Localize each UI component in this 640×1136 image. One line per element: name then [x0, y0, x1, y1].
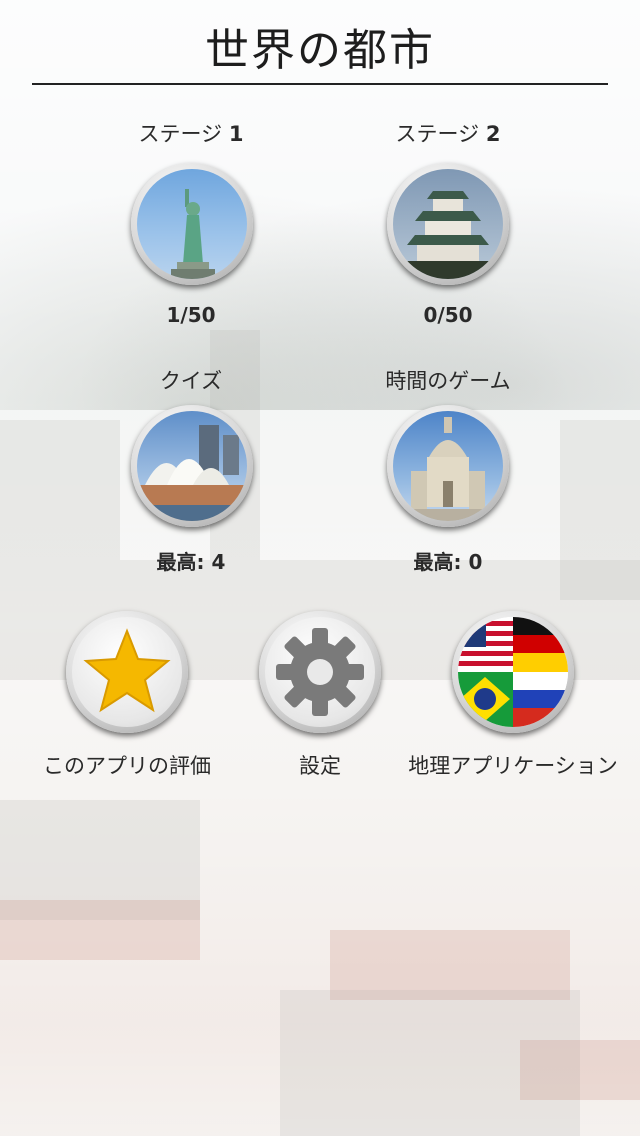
star-icon: [72, 617, 182, 727]
quiz-best-wrap: 最高: 4: [111, 546, 271, 575]
city-background: [0, 0, 640, 1136]
geo-apps-label: 地理アプリケーション: [408, 754, 618, 778]
stage-1-item[interactable]: ステージ 1: [111, 118, 271, 148]
stage-2-progress-wrap: 0/50: [368, 303, 528, 327]
quiz-item[interactable]: クイズ: [111, 365, 271, 395]
stage-1-title: ステージ 1: [138, 122, 244, 146]
page-title: 世界の都市: [205, 25, 435, 76]
quiz-title: クイズ: [159, 369, 223, 393]
rate-app-button[interactable]: [66, 611, 188, 733]
settings-label: 設定: [299, 754, 341, 778]
geo-apps-button[interactable]: [452, 611, 574, 733]
timed-best-wrap: 最高: 0: [368, 546, 528, 575]
title-divider: [32, 83, 608, 85]
dresden-frauenkirche-icon: [393, 411, 503, 521]
timed-best: 最高: 0: [413, 550, 483, 574]
stage-2-button[interactable]: [387, 163, 509, 285]
timed-game-title: 時間のゲーム: [385, 369, 511, 393]
settings-item[interactable]: 設定: [240, 750, 400, 780]
rate-app-item[interactable]: このアプリの評価: [20, 750, 234, 780]
geo-apps-item[interactable]: 地理アプリケーション: [395, 750, 631, 780]
quiz-best: 最高: 4: [156, 550, 226, 574]
stage-1-progress: 1/50: [166, 303, 216, 327]
stage-1-button[interactable]: [131, 163, 253, 285]
flags-icon: [458, 617, 568, 727]
sydney-opera-house-icon: [137, 411, 247, 521]
stage-2-progress: 0/50: [423, 303, 473, 327]
stage-2-item[interactable]: ステージ 2: [368, 118, 528, 148]
stage-2-title: ステージ 2: [395, 122, 501, 146]
gear-icon: [265, 617, 375, 727]
statue-of-liberty-icon: [137, 169, 247, 279]
osaka-castle-icon: [393, 169, 503, 279]
rate-app-label: このアプリの評価: [43, 754, 211, 778]
stage-1-progress-wrap: 1/50: [111, 303, 271, 327]
timed-game-button[interactable]: [387, 405, 509, 527]
timed-game-item[interactable]: 時間のゲーム: [348, 365, 548, 395]
quiz-button[interactable]: [131, 405, 253, 527]
settings-button[interactable]: [259, 611, 381, 733]
